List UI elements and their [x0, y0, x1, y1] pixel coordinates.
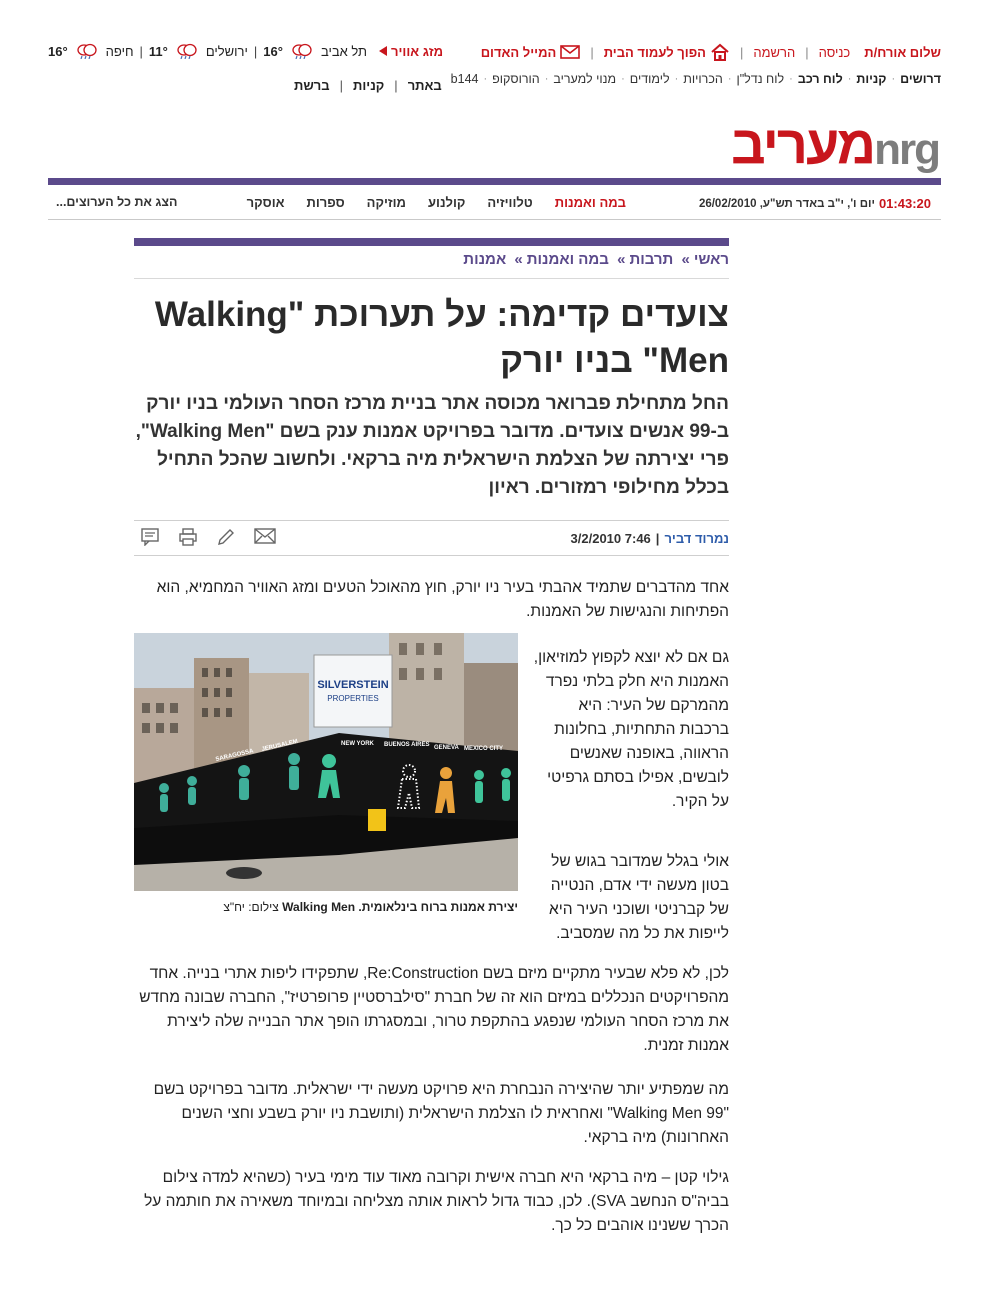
nav-item-cars[interactable]: לוח רכב: [798, 72, 843, 86]
tab-stage-art[interactable]: במה ואמנות: [555, 195, 626, 210]
header-divider: [48, 178, 941, 185]
site-logo[interactable]: מעריב nrg: [731, 112, 941, 172]
homepage-label: הפוך לעמוד הבית: [603, 44, 706, 60]
sign-text: SILVERSTEIN: [317, 679, 388, 691]
breadcrumb: ראשי» תרבות» במה ואמנות» אמנות: [463, 251, 729, 268]
nav-item-horoscope[interactable]: הורוסקופ: [492, 72, 540, 86]
clock-date: יום ו', י"ב באדר תש"ע, 26/02/2010: [698, 197, 875, 210]
nav-item-studies[interactable]: לימודים: [630, 72, 670, 86]
article-paragraph: לכן, לא פלא שבעיר מתקיים מיזם בשם Re:Con…: [139, 965, 729, 1054]
article-top-bar: [134, 238, 729, 246]
author-link[interactable]: נמרוד דביר: [664, 531, 729, 546]
date-clock: 01:43:20 יום ו', י"ב באדר תש"ע, 26/02/20…: [699, 196, 931, 211]
scope-shopping[interactable]: קניות: [353, 78, 384, 93]
svg-text:GENEVA: GENEVA: [434, 745, 460, 751]
caption-text: יצירת אמנות ברוח בינלאומית. Walking Men: [282, 900, 518, 914]
city-name: חיפה: [105, 43, 134, 59]
tab-literature[interactable]: ספרות: [306, 195, 344, 210]
nav-item-b144[interactable]: b144: [451, 72, 479, 86]
photo-caption: יצירת אמנות ברוח בינלאומית. Walking Men …: [134, 900, 518, 914]
article-paragraph: גילוי קטן – מיה ברקאי היא חברה אישית וקר…: [144, 1169, 729, 1234]
section-nav: 01:43:20 יום ו', י"ב באדר תש"ע, 26/02/20…: [48, 186, 941, 220]
nav-item-realestate[interactable]: לוח נדל"ן: [736, 72, 784, 86]
article-paragraph: מה שמפתיע יותר שהיצירה הנבחרת היא פרויקט…: [153, 1081, 729, 1146]
svg-text:MEXICO CITY: MEXICO CITY: [464, 746, 503, 752]
divider: |: [739, 44, 744, 60]
tab-music[interactable]: מוזיקה: [367, 195, 406, 210]
photo-credit: צילום: יח"צ: [223, 900, 279, 914]
arrow-left-icon: [379, 46, 387, 56]
greeting: שלום אורח/ת: [864, 44, 941, 60]
publish-date: 7:46 3/2/2010: [570, 531, 651, 546]
scope-web[interactable]: ברשת: [294, 78, 330, 93]
weather-city: תל אביב 16°: [263, 43, 367, 59]
breadcrumb-divider: [134, 278, 729, 279]
weather-city: ירושלים 11°: [149, 43, 248, 59]
article-subhead: החל מתחילת פברואר מכוסה אתר בניית מרכז ה…: [135, 393, 729, 498]
email-icon[interactable]: [254, 528, 276, 546]
nav-item-jobs[interactable]: דרושים: [900, 72, 941, 86]
breadcrumb-art[interactable]: אמנות: [463, 251, 506, 268]
weather-title: מזג אוויר: [391, 43, 444, 59]
logo-maariv: מעריב: [731, 115, 876, 175]
breadcrumb-stage-art[interactable]: במה ואמנות: [527, 251, 609, 268]
section-links: במה ואמנות טלוויזיה קולנוע מוזיקה ספרות …: [247, 195, 626, 210]
top-bar: שלום אורח/ת כניסה | הרשמה | הפוך לעמוד ה…: [48, 40, 941, 64]
breadcrumb-culture[interactable]: תרבות: [629, 251, 673, 268]
logo-nrg: nrg: [874, 125, 941, 174]
weather-widget: מזג אוויר תל אביב 16° | ירושלים 11° | חי…: [48, 43, 443, 59]
services-nav: דרושים · קניות · לוח רכב · לוח נדל"ן · הכרוי…: [48, 72, 941, 93]
city-temp: 16°: [263, 43, 283, 59]
rain-cloud-icon: [176, 43, 198, 59]
city-temp: 11°: [148, 43, 168, 59]
article-paragraph: אחד מהדברים שתמיד אהבתי בעיר ניו יורק, ח…: [156, 579, 729, 620]
register-link[interactable]: הרשמה: [753, 45, 795, 60]
city-temp: 16°: [48, 43, 68, 59]
divider: |: [590, 44, 594, 60]
envelope-icon: [560, 45, 581, 59]
article-photo: SILVERSTEIN PROPERTIES SARAGOSSA JERUSAL…: [134, 633, 518, 891]
edit-icon[interactable]: [216, 528, 236, 546]
login-link[interactable]: כניסה: [819, 45, 851, 60]
article-headline: צועדים קדימה: על תערוכת "Walking Men" בנ…: [154, 295, 729, 380]
divider: |: [805, 44, 809, 60]
article-paragraph: גם אם לא יוצא לקפוץ למוזיאון, האמנות היא…: [533, 649, 729, 810]
article-byline: נמרוד דביר | 7:46 3/2/2010: [134, 520, 729, 556]
red-mail-label: המייל האדום: [480, 44, 557, 60]
tab-cinema[interactable]: קולנוע: [428, 195, 465, 210]
breadcrumb-home[interactable]: ראשי: [694, 251, 729, 268]
weather-city: חיפה 16°: [48, 43, 134, 59]
nav-item-dating[interactable]: הכרויות: [683, 72, 723, 86]
talkback-icon[interactable]: [140, 528, 160, 546]
city-name: ירושלים: [205, 43, 248, 59]
byline-info: נמרוד דביר | 7:46 3/2/2010: [570, 531, 729, 546]
print-icon[interactable]: [178, 528, 198, 546]
user-links: שלום אורח/ת כניסה | הרשמה | הפוך לעמוד ה…: [481, 43, 941, 61]
article-tools: [140, 528, 294, 546]
search-scope: באתר | קניות | ברשת: [294, 78, 442, 93]
divider: |: [139, 43, 143, 59]
rain-cloud-icon: [76, 43, 98, 59]
show-all-channels[interactable]: הצג את כל הערוצים...: [56, 195, 177, 209]
weather-link[interactable]: מזג אוויר: [379, 44, 443, 59]
home-icon: [710, 43, 730, 61]
nav-item-subscription[interactable]: מנוי למעריב: [553, 72, 616, 86]
city-name: תל אביב: [320, 43, 367, 59]
red-mail-link[interactable]: המייל האדום: [481, 45, 581, 60]
services-links: דרושים · קניות · לוח רכב · לוח נדל"ן · הכרוי…: [450, 72, 941, 86]
divider: |: [253, 43, 258, 59]
svg-text:BUENOS AIRES: BUENOS AIRES: [384, 742, 429, 748]
svg-text:NEW YORK: NEW YORK: [341, 741, 375, 747]
nav-item-shopping[interactable]: קניות: [856, 72, 886, 86]
tab-oscar[interactable]: אוסקר: [247, 195, 285, 210]
homepage-link[interactable]: הפוך לעמוד הבית: [604, 43, 730, 61]
rain-cloud-icon: [291, 43, 313, 59]
scope-site[interactable]: באתר: [408, 78, 442, 93]
tab-tv[interactable]: טלוויזיה: [487, 195, 532, 210]
clock-time: 01:43:20: [878, 196, 931, 211]
article-paragraph: אולי בגלל שמדובר בגוש של בטון מעשה ידי א…: [549, 853, 729, 942]
svg-text:PROPERTIES: PROPERTIES: [327, 694, 378, 703]
